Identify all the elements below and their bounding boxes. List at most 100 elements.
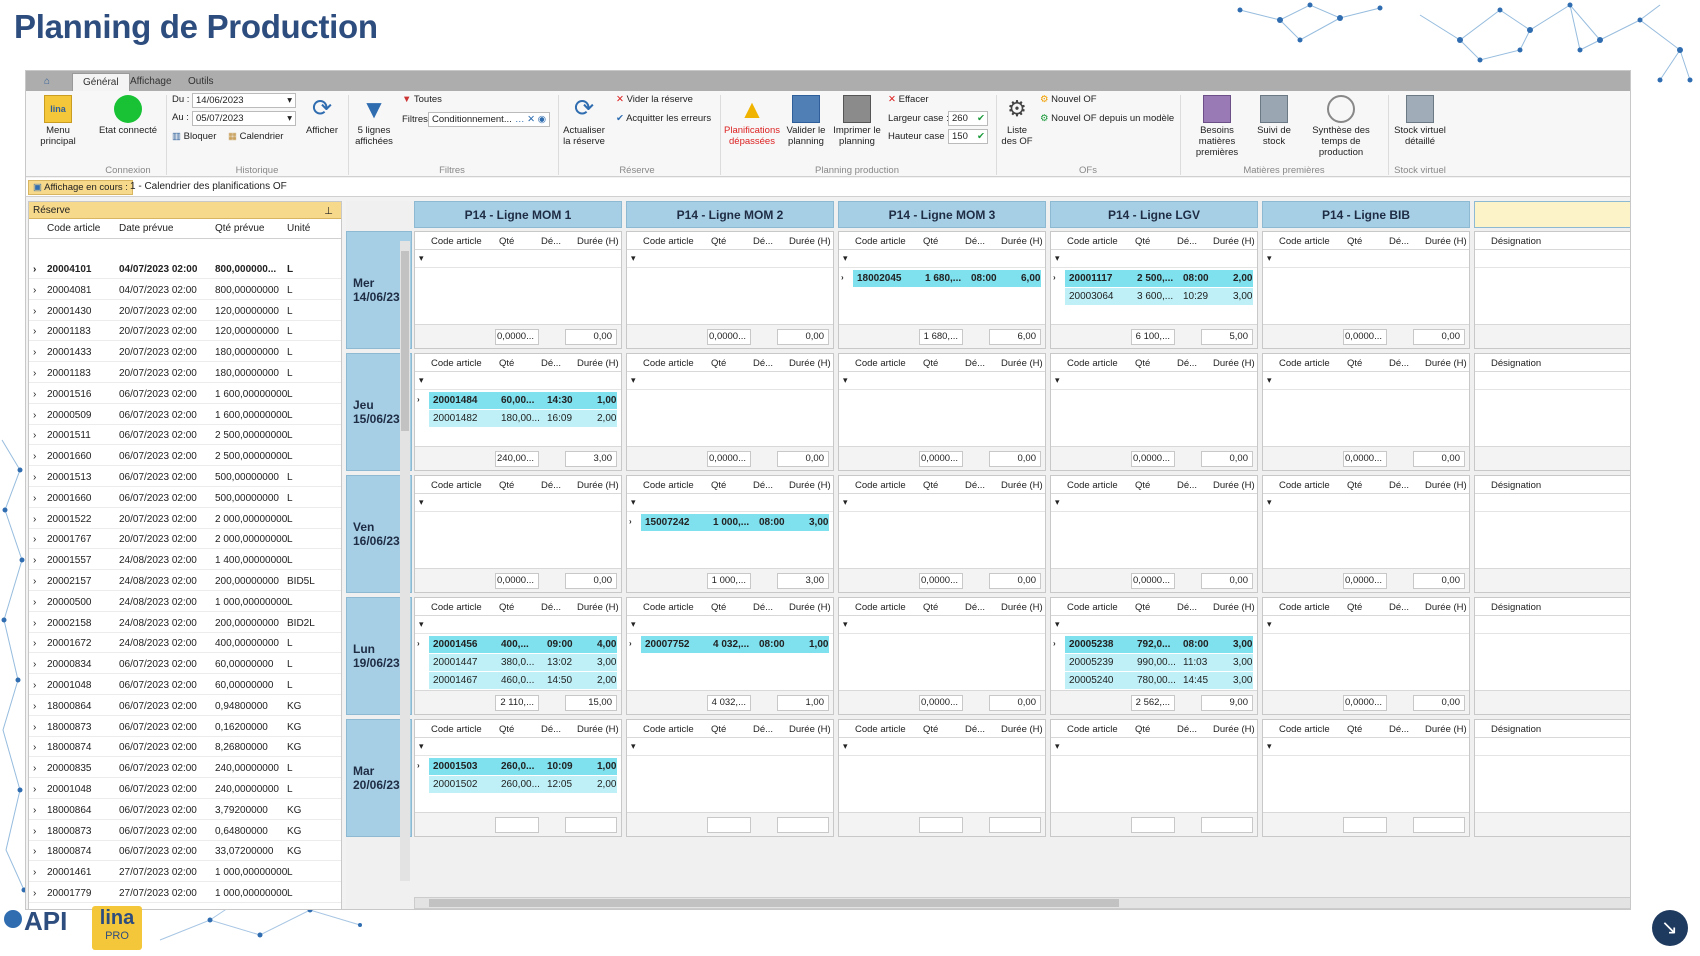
col-qte[interactable]: Qté <box>711 602 726 613</box>
reserve-row[interactable]: › 20001516 06/07/2023 02:00 1 600,00000000 L <box>29 385 341 404</box>
col-code-article[interactable]: Code article <box>855 602 906 613</box>
nouvel-of-modele-button[interactable]: ⚙ Nouvel OF depuis un modèle <box>1040 113 1174 125</box>
reserve-row[interactable]: › 18000873 06/07/2023 02:00 0,16200000 KG <box>29 718 341 737</box>
col-debut[interactable]: Dé... <box>1177 724 1197 735</box>
col-code-article[interactable]: Code article <box>643 236 694 247</box>
of-row[interactable]: › 15007242 1 000,... 08:00 3,00 <box>629 514 831 531</box>
col-qte[interactable]: Qté <box>1135 480 1150 491</box>
col-debut[interactable]: Dé... <box>753 358 773 369</box>
cell-filter-row[interactable]: ▾ <box>1263 616 1469 634</box>
col-debut[interactable]: Dé... <box>753 480 773 491</box>
cell-filter-row[interactable] <box>1475 372 1630 390</box>
besoins-matieres-button[interactable]: Besoins matières premières <box>1184 95 1250 158</box>
col-qte[interactable]: Qté <box>1135 358 1150 369</box>
cell-filter-row[interactable]: ▾ <box>415 738 621 756</box>
col-code-article[interactable]: Code article <box>855 358 906 369</box>
reserve-row[interactable]: › 18000874 06/07/2023 02:00 8,26800000 KG <box>29 738 341 758</box>
expand-icon[interactable]: › <box>33 867 36 878</box>
col-designation[interactable]: Désignation <box>1491 480 1541 491</box>
planning-cell[interactable]: Code article Qté Dé... Durée (H) ▾ 0,0000... 0… <box>1262 353 1470 471</box>
reserve-row[interactable]: › 20001522 20/07/2023 02:00 2 000,00000000 L <box>29 510 341 529</box>
expand-icon[interactable]: › <box>33 326 36 337</box>
col-designation[interactable]: Désignation <box>1491 358 1541 369</box>
expand-icon[interactable]: › <box>417 761 420 770</box>
cell-filter-row[interactable]: ▾ <box>1051 616 1257 634</box>
synthese-temps-button[interactable]: Synthèse des temps de production <box>1298 95 1384 158</box>
col-code-article[interactable]: Code article <box>1279 236 1330 247</box>
col-duree[interactable]: Durée (H) <box>1213 480 1255 491</box>
col-debut[interactable]: Dé... <box>965 358 985 369</box>
col-debut[interactable]: Dé... <box>1389 480 1409 491</box>
scrollbar-thumb[interactable] <box>401 251 409 431</box>
next-slide-button[interactable]: ↘ <box>1652 910 1688 946</box>
expand-icon[interactable]: › <box>33 638 36 649</box>
cell-filter-row[interactable]: ▾ <box>415 250 621 268</box>
du-date-field[interactable]: 14/06/2023 ▾ <box>192 93 296 108</box>
col-duree[interactable]: Durée (H) <box>577 358 619 369</box>
expand-icon[interactable]: › <box>417 395 420 404</box>
planning-cell[interactable]: Code article Qté Dé... Durée (H) ▾ 0,0000... 0… <box>626 231 834 349</box>
expand-icon[interactable]: › <box>629 639 632 648</box>
reserve-row[interactable]: › 20004081 04/07/2023 02:00 800,00000000 L <box>29 281 341 300</box>
planning-cell[interactable]: Code article Qté Dé... Durée (H) ▾ › 20001117 2… <box>1050 231 1258 349</box>
scrollbar-thumb[interactable] <box>429 899 1119 907</box>
expand-icon[interactable]: › <box>33 763 36 774</box>
suivi-stock-button[interactable]: Suivi de stock <box>1254 95 1294 147</box>
reserve-row[interactable]: › 20000509 06/07/2023 02:00 1 600,00000000 L <box>29 406 341 425</box>
col-code-article[interactable]: Code article <box>1067 724 1118 735</box>
cell-filter-row[interactable]: ▾ <box>415 616 621 634</box>
planning-cell[interactable]: Code article Qté Dé... Durée (H) ▾ 0,0000... 0… <box>838 475 1046 593</box>
expand-icon[interactable]: › <box>33 514 36 525</box>
expand-icon[interactable]: › <box>33 846 36 857</box>
col-qte[interactable]: Qté <box>499 236 514 247</box>
col-debut[interactable]: Dé... <box>1177 480 1197 491</box>
tab-affichage[interactable]: Affichage <box>120 73 182 91</box>
cell-filter-row[interactable]: ▾ <box>1263 738 1469 756</box>
planning-cell[interactable]: Code article Qté Dé... Durée (H) ▾ <box>1050 719 1258 837</box>
menu-principal-button[interactable]: lina Menu principal <box>28 95 88 147</box>
extra-column-cell[interactable]: Désignation <box>1474 353 1630 471</box>
col-debut[interactable]: Dé... <box>541 602 561 613</box>
col-qte[interactable]: Qté <box>1347 236 1362 247</box>
planning-cell[interactable]: Code article Qté Dé... Durée (H) ▾ <box>1262 719 1470 837</box>
planning-cell[interactable]: Code article Qté Dé... Durée (H) ▾ <box>626 719 834 837</box>
col-duree[interactable]: Durée (H) <box>1425 358 1467 369</box>
col-duree[interactable]: Durée (H) <box>789 480 831 491</box>
col-qte[interactable]: Qté <box>923 358 938 369</box>
extra-column-cell[interactable]: Désignation <box>1474 231 1630 349</box>
planning-cell[interactable]: Code article Qté Dé... Durée (H) ▾ 0,0000... 0… <box>1262 475 1470 593</box>
col-qte[interactable]: Qté <box>1347 724 1362 735</box>
col-debut[interactable]: Dé... <box>541 358 561 369</box>
planning-cell[interactable]: Code article Qté Dé... Durée (H) ▾ › 18002045 1… <box>838 231 1046 349</box>
col-qte[interactable]: Qté <box>1347 602 1362 613</box>
clear-filter-icon[interactable]: … ✕ ◉ <box>515 113 546 126</box>
cell-filter-row[interactable] <box>1475 250 1630 268</box>
extra-column-cell[interactable]: Désignation <box>1474 719 1630 837</box>
liste-of-button[interactable]: ⚙ Liste des OF <box>1000 95 1034 147</box>
col-code-article[interactable]: Code article <box>1067 480 1118 491</box>
cell-filter-row[interactable] <box>1475 494 1630 512</box>
expand-icon[interactable]: › <box>33 347 36 358</box>
imprimer-planning-button[interactable]: Imprimer le planning <box>832 95 882 147</box>
col-qte[interactable]: Qté <box>923 602 938 613</box>
col-debut[interactable]: Dé... <box>541 724 561 735</box>
col-debut[interactable]: Dé... <box>753 602 773 613</box>
col-debut[interactable]: Dé... <box>1389 236 1409 247</box>
col-duree[interactable]: Durée (H) <box>577 480 619 491</box>
col-debut[interactable]: Dé... <box>753 724 773 735</box>
col-code-article[interactable]: Code article <box>431 236 482 247</box>
col-duree[interactable]: Durée (H) <box>1001 480 1043 491</box>
reserve-row[interactable]: › 20001183 20/07/2023 02:00 120,00000000 L <box>29 322 341 342</box>
cell-filter-row[interactable]: ▾ <box>627 616 833 634</box>
reserve-row[interactable]: › 18000864 06/07/2023 02:00 0,94800000 KG <box>29 697 341 716</box>
reserve-row[interactable]: › 20001513 06/07/2023 02:00 500,00000000 L <box>29 468 341 487</box>
col-duree[interactable]: Durée (H) <box>789 358 831 369</box>
col-duree[interactable]: Durée (H) <box>1213 236 1255 247</box>
cell-filter-row[interactable]: ▾ <box>415 372 621 390</box>
col-code-article[interactable]: Code article <box>855 724 906 735</box>
expand-icon[interactable]: › <box>33 389 36 400</box>
col-debut[interactable]: Dé... <box>965 236 985 247</box>
expand-icon[interactable]: › <box>629 517 632 526</box>
col-designation[interactable]: Désignation <box>1491 236 1541 247</box>
horizontal-scrollbar[interactable] <box>414 897 1630 909</box>
